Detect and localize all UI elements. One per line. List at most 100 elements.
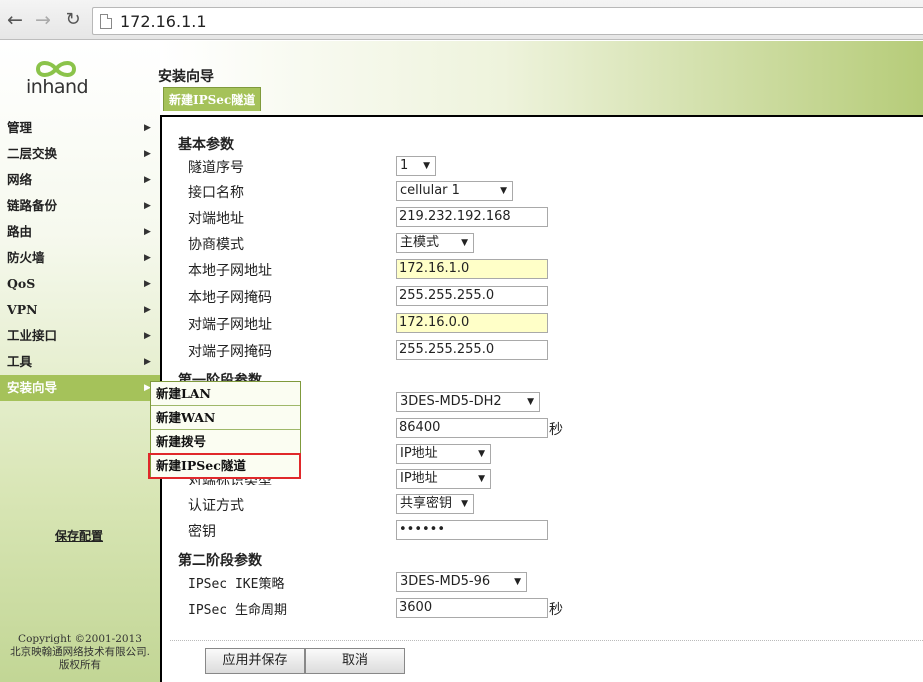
chevron-right-icon: ▶ (144, 357, 151, 367)
apply-save-button[interactable]: 应用并保存 (205, 648, 305, 674)
ipsec-lifetime-input[interactable]: 3600 (396, 598, 548, 618)
peer-address-label: 对端地址 (188, 211, 244, 227)
key-password-input[interactable]: •••••• (396, 520, 548, 540)
section-phase1-title: 第一阶段参数 (178, 373, 262, 381)
ike-policy-select[interactable]: 3DES-MD5-DH2 ▼ (396, 392, 540, 412)
browser-toolbar: ← → ↻ 172.16.1.1 (0, 0, 923, 40)
local-subnet-label: 本地子网地址 (188, 263, 272, 279)
sidebar-item-industrial-interface[interactable]: 工业接口 ▶ (0, 323, 160, 349)
caret-down-icon: ▼ (423, 161, 430, 171)
ike-lifetime-unit: 秒 (549, 422, 563, 438)
interface-select[interactable]: cellular 1 ▼ (396, 181, 513, 201)
tunnel-index-label: 隧道序号 (188, 160, 244, 176)
reload-icon[interactable]: ↻ (62, 8, 84, 32)
remote-mask-input[interactable]: 255.255.255.0 (396, 340, 548, 360)
local-subnet-input[interactable]: 172.16.1.0 (396, 259, 548, 279)
auth-method-label: 认证方式 (188, 498, 244, 514)
chevron-right-icon: ▶ (144, 175, 151, 185)
auth-method-select[interactable]: 共享密钥 ▼ (396, 494, 474, 514)
logo-text: inhand (26, 76, 89, 98)
sidebar-item-label: 路由 (7, 224, 33, 239)
remote-subnet-input[interactable]: 172.16.0.0 (396, 313, 548, 333)
flyout-item-new-lan[interactable]: 新建LAN (151, 382, 300, 406)
sidebar-item-label: VPN (7, 302, 38, 317)
select-value: 主模式 (400, 235, 440, 250)
forward-arrow-icon[interactable]: → (32, 8, 54, 32)
sidebar-item-tools[interactable]: 工具 ▶ (0, 349, 160, 375)
tunnel-index-select[interactable]: 1 ▼ (396, 156, 436, 176)
sidebar-item-setup-wizard[interactable]: 安装向导 ▶ (0, 375, 160, 401)
sidebar-item-label: 防火墙 (7, 250, 45, 265)
address-bar[interactable]: 172.16.1.1 (92, 7, 923, 35)
url-text[interactable]: 172.16.1.1 (120, 12, 207, 31)
chevron-right-icon: ▶ (144, 253, 151, 263)
chevron-right-icon: ▶ (144, 331, 151, 341)
copyright-line: Copyright ©2001-2013 (18, 633, 142, 645)
sidebar-item-label: 链路备份 (7, 198, 58, 213)
interface-label: 接口名称 (188, 185, 244, 201)
sidebar-item-label: 工具 (7, 354, 33, 369)
sidebar: inhand 管理 ▶ 二层交换 ▶ 网络 ▶ 链路备份 ▶ 路由 ▶ 防火墙 ▶ QoS ▶… (0, 41, 160, 682)
copyright-line: 版权所有 (59, 659, 101, 671)
page-icon (100, 14, 112, 29)
caret-down-icon: ▼ (478, 449, 485, 459)
ike-lifetime-input[interactable]: 86400 (396, 418, 548, 438)
sidebar-item-qos[interactable]: QoS ▶ (0, 271, 160, 297)
local-mask-label: 本地子网掩码 (188, 290, 272, 306)
ipsec-policy-select[interactable]: 3DES-MD5-96 ▼ (396, 572, 527, 592)
tab-new-ipsec-tunnel[interactable]: 新建IPSec隧道 (163, 87, 262, 111)
sidebar-item-label: 网络 (7, 172, 33, 187)
chevron-right-icon: ▶ (144, 123, 151, 133)
caret-down-icon: ▼ (500, 186, 507, 196)
remote-subnet-label: 对端子网地址 (188, 317, 272, 333)
negotiation-mode-label: 协商模式 (188, 237, 244, 253)
caret-down-icon: ▼ (461, 499, 468, 509)
chevron-right-icon: ▶ (144, 279, 151, 289)
select-value: 共享密钥 (400, 496, 453, 511)
sidebar-item-firewall[interactable]: 防火墙 ▶ (0, 245, 160, 271)
ipsec-policy-label: IPSec IKE策略 (188, 577, 285, 592)
select-value: IP地址 (400, 446, 438, 461)
copyright: Copyright ©2001-2013 北京映翰通网络技术有限公司. 版权所有 (0, 633, 160, 672)
sidebar-item-label: 管理 (7, 120, 33, 135)
key-label: 密钥 (188, 524, 216, 540)
caret-down-icon: ▼ (527, 397, 534, 407)
local-mask-input[interactable]: 255.255.255.0 (396, 286, 548, 306)
chevron-right-icon: ▶ (144, 149, 151, 159)
remote-id-type-select[interactable]: IP地址 ▼ (396, 469, 491, 489)
chevron-right-icon: ▶ (144, 227, 151, 237)
sidebar-item-l2-switch[interactable]: 二层交换 ▶ (0, 141, 160, 167)
sidebar-item-vpn[interactable]: VPN ▶ (0, 297, 160, 323)
divider (170, 640, 923, 641)
chevron-right-icon: ▶ (144, 201, 151, 211)
ipsec-lifetime-label: IPSec 生命周期 (188, 603, 287, 618)
caret-down-icon: ▼ (514, 577, 521, 587)
flyout-item-new-dialup[interactable]: 新建拨号 (151, 430, 300, 454)
section-basic-title: 基本参数 (178, 137, 234, 153)
sidebar-item-management[interactable]: 管理 ▶ (0, 115, 160, 141)
select-value: 1 (400, 158, 409, 173)
save-config-link[interactable]: 保存配置 (55, 527, 103, 544)
negotiation-mode-select[interactable]: 主模式 ▼ (396, 233, 474, 253)
cancel-button[interactable]: 取消 (305, 648, 405, 674)
back-arrow-icon[interactable]: ← (4, 8, 26, 32)
chevron-right-icon: ▶ (144, 305, 151, 315)
sidebar-item-label: 二层交换 (7, 146, 58, 161)
copyright-line: 北京映翰通网络技术有限公司. (10, 646, 150, 658)
select-value: IP地址 (400, 471, 438, 486)
flyout-item-new-wan[interactable]: 新建WAN (151, 406, 300, 430)
page-title: 安装向导 (158, 69, 214, 85)
ipsec-lifetime-unit: 秒 (549, 602, 563, 618)
peer-address-input[interactable]: 219.232.192.168 (396, 207, 548, 227)
sidebar-item-label: QoS (7, 276, 36, 291)
sidebar-item-routing[interactable]: 路由 ▶ (0, 219, 160, 245)
select-value: 3DES-MD5-96 (400, 574, 491, 589)
sidebar-item-network[interactable]: 网络 ▶ (0, 167, 160, 193)
local-id-type-select[interactable]: IP地址 ▼ (396, 444, 491, 464)
section-phase2-title: 第二阶段参数 (178, 553, 262, 569)
select-value: 3DES-MD5-DH2 (400, 394, 502, 409)
sidebar-item-link-backup[interactable]: 链路备份 ▶ (0, 193, 160, 219)
caret-down-icon: ▼ (478, 474, 485, 484)
sidebar-item-label: 安装向导 (7, 380, 58, 395)
highlight-box (148, 453, 301, 479)
